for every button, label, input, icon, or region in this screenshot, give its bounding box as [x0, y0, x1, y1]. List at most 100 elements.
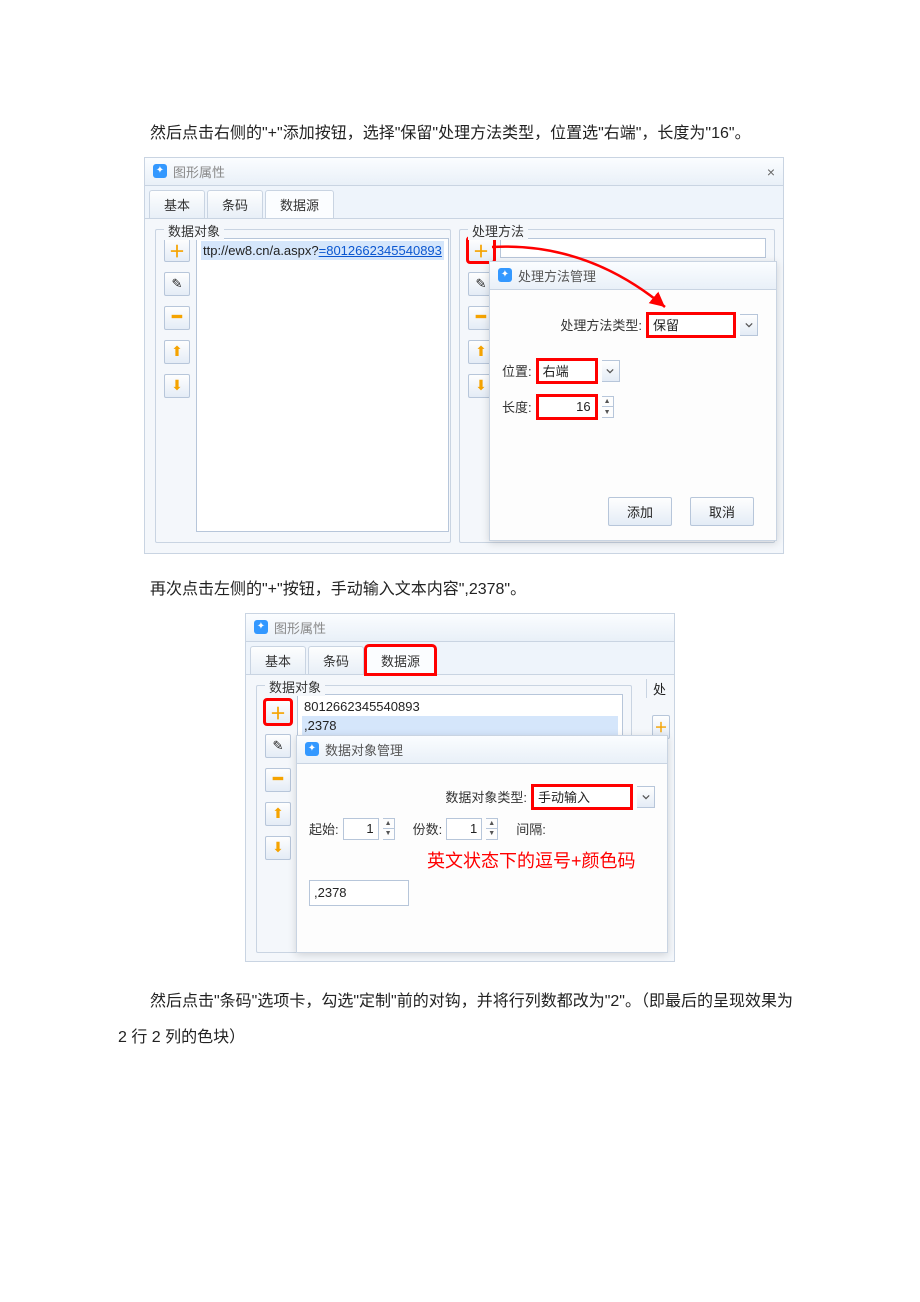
up-arrow-icon: ⬆ — [475, 343, 487, 360]
popup-title: 数据对象管理 — [325, 740, 403, 759]
left-side-buttons: ＋ ✎ ━ ⬆ ⬇ — [265, 694, 291, 870]
type-label: 数据对象类型: — [445, 787, 527, 806]
spinner-up-icon: ▲ — [383, 819, 394, 830]
chevron-down-icon — [642, 793, 650, 801]
tab-datasource[interactable]: 数据源 — [366, 646, 435, 674]
add-button[interactable]: ＋ — [164, 238, 190, 262]
plus-icon: ＋ — [654, 717, 667, 736]
down-arrow-icon: ⬇ — [171, 377, 183, 394]
plus-icon: ＋ — [473, 238, 489, 262]
popup-add-button[interactable]: 添加 — [608, 497, 672, 526]
data-object-legend: 数据对象 — [164, 221, 224, 240]
spinner-down-icon: ▼ — [383, 829, 394, 839]
method-manage-popup: 处理方法管理 处理方法类型: 保留 位置: 右端 — [489, 261, 777, 541]
copies-spinner[interactable]: ▲▼ — [486, 818, 498, 840]
spinner-up-icon: ▲ — [486, 819, 497, 830]
minus-icon: ━ — [476, 313, 486, 323]
popup-title: 处理方法管理 — [518, 266, 596, 285]
manual-input-field[interactable]: ,2378 — [309, 880, 409, 906]
tab-barcode[interactable]: 条码 — [308, 646, 364, 674]
data-object-group: 数据对象 ＋ ✎ ━ ⬆ ⬇ ttp://ew8.cn/a.aspx?=8012… — [155, 229, 451, 543]
move-down-button[interactable]: ⬇ — [164, 374, 190, 398]
move-up-button[interactable]: ⬆ — [164, 340, 190, 364]
left-side-buttons: ＋ ✎ ━ ⬆ ⬇ — [164, 238, 190, 532]
method-add-button[interactable]: ＋ — [468, 238, 494, 262]
type-field[interactable]: 手动输入 — [533, 786, 631, 808]
position-field[interactable]: 右端 — [538, 360, 596, 382]
paragraph-2: 再次点击左侧的"+"按钮，手动输入文本内容",2378"。 — [118, 572, 802, 609]
window-title: 图形属性 — [274, 618, 326, 637]
pencil-icon: ✎ — [273, 738, 284, 754]
position-label: 位置: — [502, 361, 532, 380]
up-arrow-icon: ⬆ — [272, 805, 284, 822]
app-icon — [254, 620, 268, 634]
type-field[interactable]: 保留 — [648, 314, 734, 336]
copies-label: 份数: — [413, 819, 443, 838]
window-title-bar: 图形属性 — [246, 614, 674, 642]
plus-icon: ＋ — [169, 238, 185, 262]
minus-icon: ━ — [273, 775, 283, 785]
app-icon — [498, 268, 512, 282]
list-item-prefix: ttp://ew8.cn/a.aspx? — [203, 243, 319, 258]
popup-title-bar: 处理方法管理 — [490, 262, 776, 290]
remove-button[interactable]: ━ — [164, 306, 190, 330]
method-legend: 处理方法 — [468, 221, 528, 240]
length-spinner[interactable]: ▲▼ — [602, 396, 614, 418]
edit-button[interactable]: ✎ — [265, 734, 291, 758]
chevron-down-icon — [745, 321, 753, 329]
list-item[interactable]: 8012662345540893 — [302, 697, 618, 716]
gap-label: 间隔: — [516, 819, 546, 838]
close-icon[interactable]: × — [767, 164, 775, 180]
length-label: 长度: — [502, 397, 532, 416]
down-arrow-icon: ⬇ — [272, 839, 284, 856]
edit-button[interactable]: ✎ — [164, 272, 190, 296]
list-item-link: =8012662345540893 — [319, 243, 442, 258]
popup-cancel-button[interactable]: 取消 — [690, 497, 754, 526]
minus-icon: ━ — [172, 313, 182, 323]
copies-field[interactable]: 1 — [446, 818, 482, 840]
list-item[interactable]: ttp://ew8.cn/a.aspx?=8012662345540893 — [201, 241, 444, 260]
popup-title-bar: 数据对象管理 — [297, 736, 667, 764]
list-item[interactable]: ,2378 — [302, 716, 618, 735]
tabs: 基本 条码 数据源 — [145, 186, 783, 219]
data-object-legend: 数据对象 — [265, 677, 325, 696]
tab-basic[interactable]: 基本 — [250, 646, 306, 674]
tabs: 基本 条码 数据源 — [246, 642, 674, 675]
data-object-list[interactable]: ttp://ew8.cn/a.aspx?=8012662345540893 — [196, 238, 449, 532]
start-label: 起始: — [309, 819, 339, 838]
data-object-list[interactable]: 8012662345540893 ,2378 — [297, 694, 623, 740]
plus-icon: ＋ — [270, 700, 286, 724]
window-title-bar: 图形属性 × — [145, 158, 783, 186]
type-dropdown-button[interactable] — [740, 314, 758, 336]
pencil-icon: ✎ — [476, 276, 487, 292]
tab-barcode[interactable]: 条码 — [207, 190, 263, 218]
tab-datasource[interactable]: 数据源 — [265, 190, 334, 218]
tab-basic[interactable]: 基本 — [149, 190, 205, 218]
length-field[interactable]: 16 — [538, 396, 596, 418]
down-arrow-icon: ⬇ — [475, 377, 487, 394]
type-dropdown-button[interactable] — [637, 786, 655, 808]
add-button[interactable]: ＋ — [265, 700, 291, 724]
app-icon — [153, 164, 167, 178]
up-arrow-icon: ⬆ — [171, 343, 183, 360]
chevron-down-icon — [606, 367, 614, 375]
figure-1: 图形属性 × 基本 条码 数据源 数据对象 ＋ ✎ ━ ⬆ — [144, 157, 802, 554]
window-title: 图形属性 — [173, 162, 225, 181]
move-up-button[interactable]: ⬆ — [265, 802, 291, 826]
spinner-down-icon: ▼ — [602, 407, 613, 417]
spinner-up-icon: ▲ — [602, 397, 613, 408]
type-label: 处理方法类型: — [560, 315, 642, 334]
move-down-button[interactable]: ⬇ — [265, 836, 291, 860]
position-dropdown-button[interactable] — [602, 360, 620, 382]
start-spinner[interactable]: ▲▼ — [383, 818, 395, 840]
annotation-note: 英文状态下的逗号+颜色码 — [427, 848, 667, 875]
start-field[interactable]: 1 — [343, 818, 379, 840]
remove-button[interactable]: ━ — [265, 768, 291, 792]
app-icon — [305, 742, 319, 756]
data-object-manage-popup: 数据对象管理 数据对象类型: 手动输入 起始: 1 — [296, 735, 668, 953]
method-list[interactable] — [500, 238, 766, 258]
paragraph-1: 然后点击右侧的"+"添加按钮，选择"保留"处理方法类型，位置选"右端"，长度为"… — [118, 116, 802, 153]
figure-2: 图形属性 基本 条码 数据源 数据对象 ＋ ✎ ━ ⬆ ⬇ — [118, 613, 802, 962]
paragraph-3: 然后点击"条码"选项卡，勾选"定制"前的对钩，并将行列数都改为"2"。（即最后的… — [118, 984, 802, 1058]
pencil-icon: ✎ — [172, 276, 183, 292]
